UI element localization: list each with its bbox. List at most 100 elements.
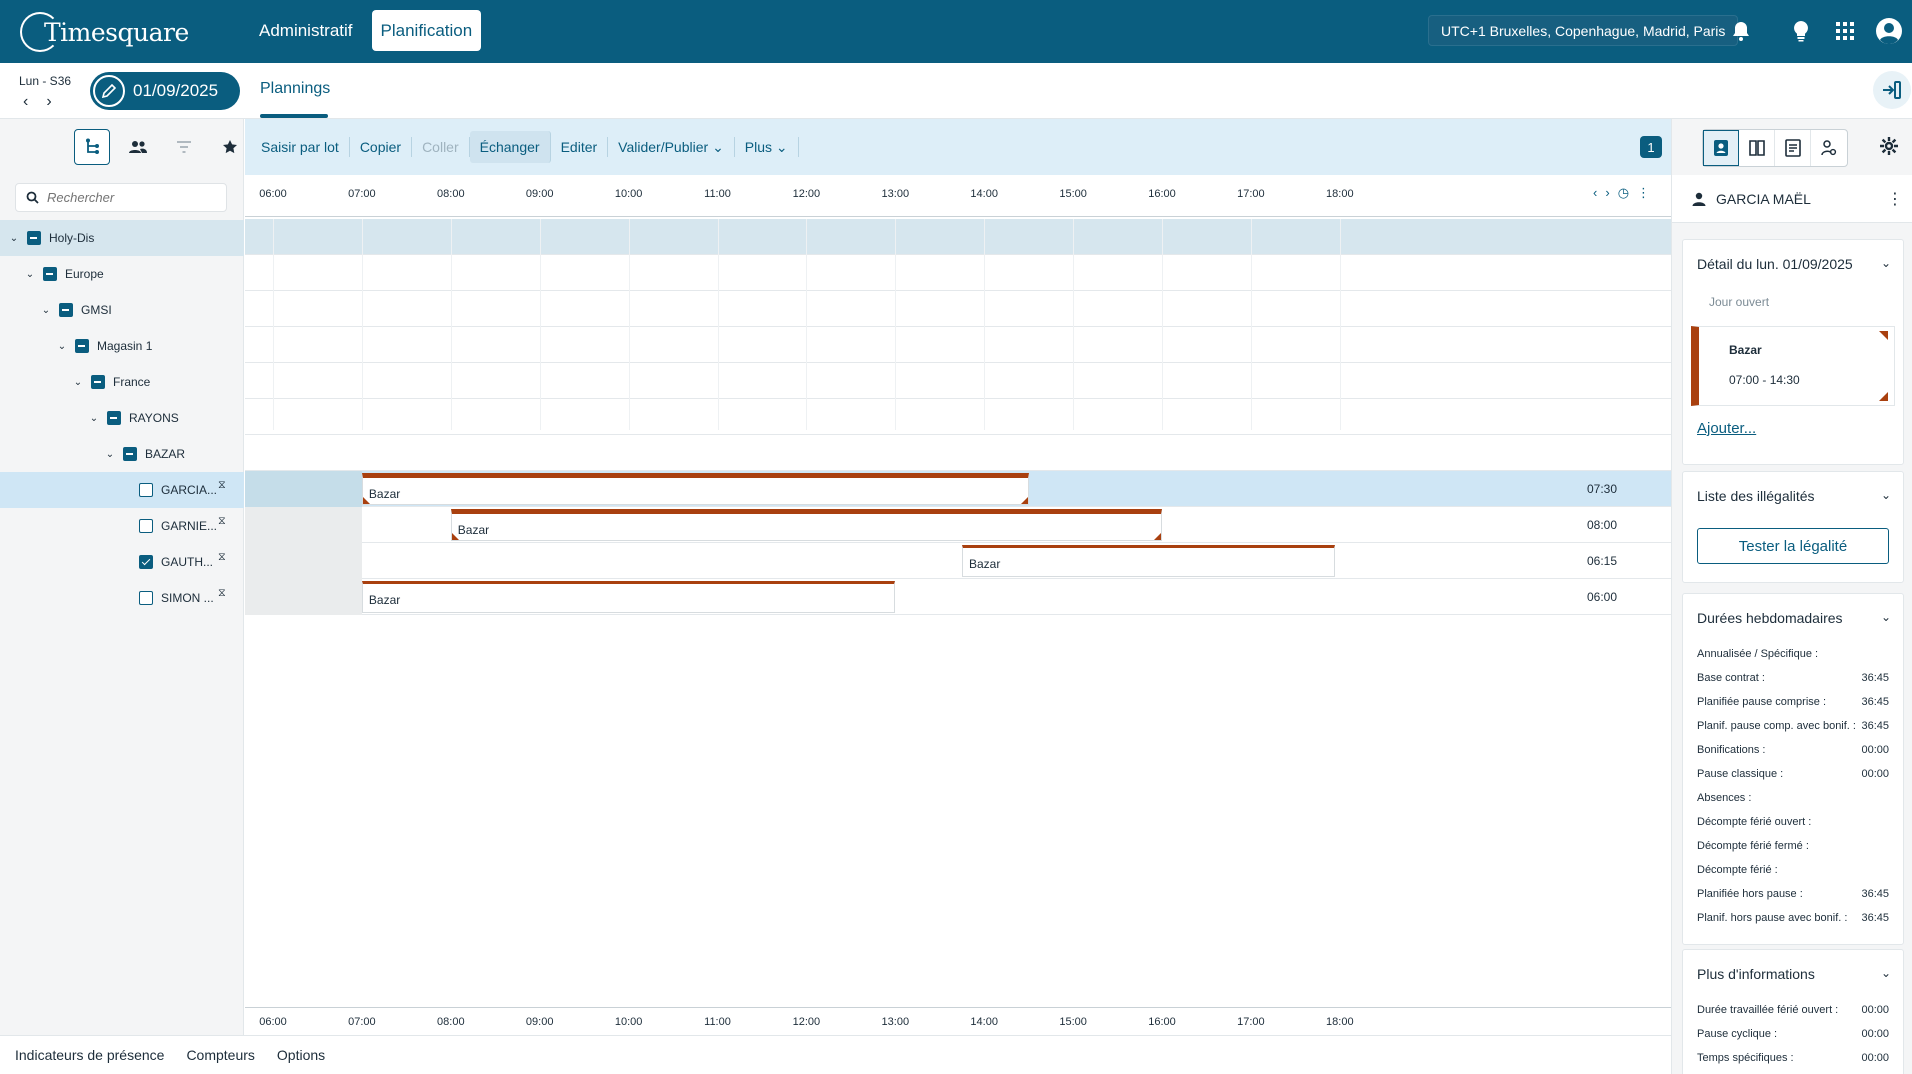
skills-tab[interactable] bbox=[1811, 130, 1847, 166]
employee-card-tab[interactable] bbox=[1703, 130, 1739, 166]
more-vertical-icon[interactable]: ⋮ bbox=[1887, 189, 1903, 209]
scroll-left-chevron-icon[interactable]: ‹ bbox=[1593, 185, 1597, 201]
tree-item-employee[interactable]: GAUTH... ⧖ bbox=[0, 544, 244, 580]
search-box[interactable] bbox=[15, 183, 227, 212]
person-icon bbox=[1692, 192, 1706, 206]
tree-item-label: GMSI bbox=[81, 303, 112, 317]
employee-checkbox[interactable] bbox=[139, 591, 153, 605]
resize-handle-icon[interactable] bbox=[451, 533, 459, 540]
tree-item-bazar[interactable]: ⌄ BAZAR bbox=[0, 436, 244, 472]
shift-bar[interactable]: Bazar bbox=[361, 581, 896, 613]
document-icon bbox=[1784, 139, 1801, 157]
partial-checkbox[interactable] bbox=[91, 375, 105, 389]
copy-button[interactable]: Copier bbox=[350, 137, 413, 157]
chevron-down-icon[interactable]: ⌄ bbox=[71, 377, 85, 388]
more-info-header[interactable]: Plus d'informations ⌄ bbox=[1683, 950, 1903, 998]
chevron-down-icon[interactable]: ⌄ bbox=[39, 305, 53, 316]
more-dropdown[interactable]: Plus ⌄ bbox=[735, 137, 799, 157]
resize-handle-icon[interactable] bbox=[1020, 497, 1028, 504]
shift-card[interactable]: Bazar 07:00 - 14:30 bbox=[1691, 326, 1895, 406]
tab-presence-indicators[interactable]: Indicateurs de présence bbox=[15, 1047, 164, 1063]
hierarchy-view-button[interactable] bbox=[74, 129, 110, 165]
logo[interactable]: Timesquare bbox=[20, 10, 189, 54]
partial-checkbox[interactable] bbox=[43, 267, 57, 281]
favorites-button[interactable] bbox=[212, 129, 248, 165]
tree-item-magasin-1[interactable]: ⌄ Magasin 1 bbox=[0, 328, 244, 364]
next-day-chevron-icon[interactable]: › bbox=[46, 93, 51, 111]
lightbulb-icon[interactable] bbox=[1786, 16, 1816, 46]
nav-administratif[interactable]: Administratif bbox=[250, 10, 362, 51]
date-picker-button[interactable]: 01/09/2025 bbox=[90, 72, 240, 110]
apps-grid-icon[interactable] bbox=[1830, 16, 1860, 46]
chevron-down-icon[interactable]: ⌄ bbox=[87, 413, 101, 424]
weekly-durations-header[interactable]: Durées hebdomadaires ⌄ bbox=[1683, 594, 1903, 642]
partial-checkbox[interactable] bbox=[107, 411, 121, 425]
paste-button[interactable]: Coller bbox=[412, 137, 470, 157]
batch-entry-button[interactable]: Saisir par lot bbox=[251, 137, 350, 157]
partial-checkbox[interactable] bbox=[75, 339, 89, 353]
gear-icon[interactable] bbox=[1880, 137, 1898, 160]
chevron-down-icon[interactable]: ⌄ bbox=[55, 341, 69, 352]
employee-checkbox[interactable] bbox=[139, 483, 153, 497]
chevron-down-icon[interactable]: ⌄ bbox=[1881, 256, 1891, 270]
clock-icon[interactable]: ◷ bbox=[1618, 185, 1629, 201]
tab-options[interactable]: Options bbox=[277, 1047, 325, 1063]
timeline-row-employee[interactable] bbox=[245, 543, 1671, 579]
tab-plannings[interactable]: Plannings bbox=[260, 80, 330, 98]
resize-handle-icon[interactable] bbox=[362, 497, 370, 504]
tab-counters[interactable]: Compteurs bbox=[186, 1047, 254, 1063]
shift-bar[interactable]: Bazar bbox=[450, 509, 1162, 541]
timezone-selector[interactable]: UTC+1 Bruxelles, Copenhague, Madrid, Par… bbox=[1428, 15, 1739, 46]
shift-bar-label: Bazar bbox=[457, 523, 490, 537]
chevron-down-icon[interactable]: ⌄ bbox=[1881, 610, 1891, 624]
chevron-down-icon[interactable]: ⌄ bbox=[1881, 488, 1891, 502]
chevron-down-icon[interactable]: ⌄ bbox=[103, 449, 117, 460]
tree-item-rayons[interactable]: ⌄ RAYONS bbox=[0, 400, 244, 436]
chevron-down-icon[interactable]: ⌄ bbox=[23, 269, 37, 280]
partial-checkbox[interactable] bbox=[123, 447, 137, 461]
chevron-down-icon[interactable]: ⌄ bbox=[7, 233, 21, 244]
tree-item-employee[interactable]: GARNIE... ⧖ bbox=[0, 508, 244, 544]
schedule-tab[interactable] bbox=[1739, 130, 1775, 166]
day-detail-header[interactable]: Détail du lun. 01/09/2025 ⌄ bbox=[1683, 240, 1903, 288]
more-vertical-icon[interactable]: ⋮ bbox=[1637, 185, 1650, 201]
collapse-panel-button[interactable] bbox=[1873, 71, 1911, 109]
shift-bar[interactable]: Bazar bbox=[361, 473, 1029, 505]
tree-item-france[interactable]: ⌄ France bbox=[0, 364, 244, 400]
add-link[interactable]: Ajouter... bbox=[1683, 406, 1903, 450]
scroll-right-chevron-icon[interactable]: › bbox=[1605, 185, 1609, 201]
account-avatar-icon[interactable] bbox=[1874, 16, 1904, 46]
filter-button[interactable] bbox=[166, 129, 202, 165]
tree-item-europe[interactable]: ⌄ Europe bbox=[0, 256, 244, 292]
swap-button[interactable]: Échanger bbox=[469, 131, 551, 163]
duration-row: Planif. hors pause avec bonif. : 36:45 bbox=[1683, 906, 1903, 930]
nav-planification[interactable]: Planification bbox=[371, 10, 482, 51]
shift-bar[interactable]: Bazar bbox=[961, 545, 1335, 577]
notes-tab[interactable] bbox=[1775, 130, 1811, 166]
resize-handle-icon[interactable] bbox=[1879, 392, 1888, 401]
hour-gridline bbox=[361, 219, 363, 430]
illegalities-header[interactable]: Liste des illégalités ⌄ bbox=[1683, 472, 1903, 520]
tree-item-employee[interactable]: GARCIA... ⧖ bbox=[0, 472, 244, 508]
duration-value: 36:45 bbox=[1861, 672, 1889, 684]
tree-item-employee[interactable]: SIMON ... ⧖ bbox=[0, 580, 244, 616]
chevron-down-icon[interactable]: ⌄ bbox=[1881, 966, 1891, 980]
resize-handle-icon[interactable] bbox=[1153, 533, 1161, 540]
validate-publish-dropdown[interactable]: Valider/Publier ⌄ bbox=[608, 137, 735, 157]
hour-tick-label: 13:00 bbox=[881, 1016, 910, 1028]
people-view-button[interactable] bbox=[120, 129, 156, 165]
prev-day-chevron-icon[interactable]: ‹ bbox=[23, 93, 28, 111]
search-input[interactable] bbox=[47, 190, 217, 205]
edit-button[interactable]: Editer bbox=[551, 137, 609, 157]
test-legality-button[interactable]: Tester la légalité bbox=[1697, 528, 1889, 564]
resize-handle-icon[interactable] bbox=[1879, 331, 1888, 340]
tree-item-holy-dis[interactable]: ⌄ Holy-Dis bbox=[0, 220, 244, 256]
hierarchy-icon bbox=[86, 138, 99, 154]
partial-checkbox[interactable] bbox=[27, 231, 41, 245]
employee-checkbox[interactable] bbox=[139, 519, 153, 533]
partial-checkbox[interactable] bbox=[59, 303, 73, 317]
tree-item-gmsi[interactable]: ⌄ GMSI bbox=[0, 292, 244, 328]
employee-checkbox-checked[interactable] bbox=[139, 555, 153, 569]
notification-badge[interactable]: 1 bbox=[1640, 136, 1662, 158]
bell-icon[interactable] bbox=[1726, 16, 1756, 46]
